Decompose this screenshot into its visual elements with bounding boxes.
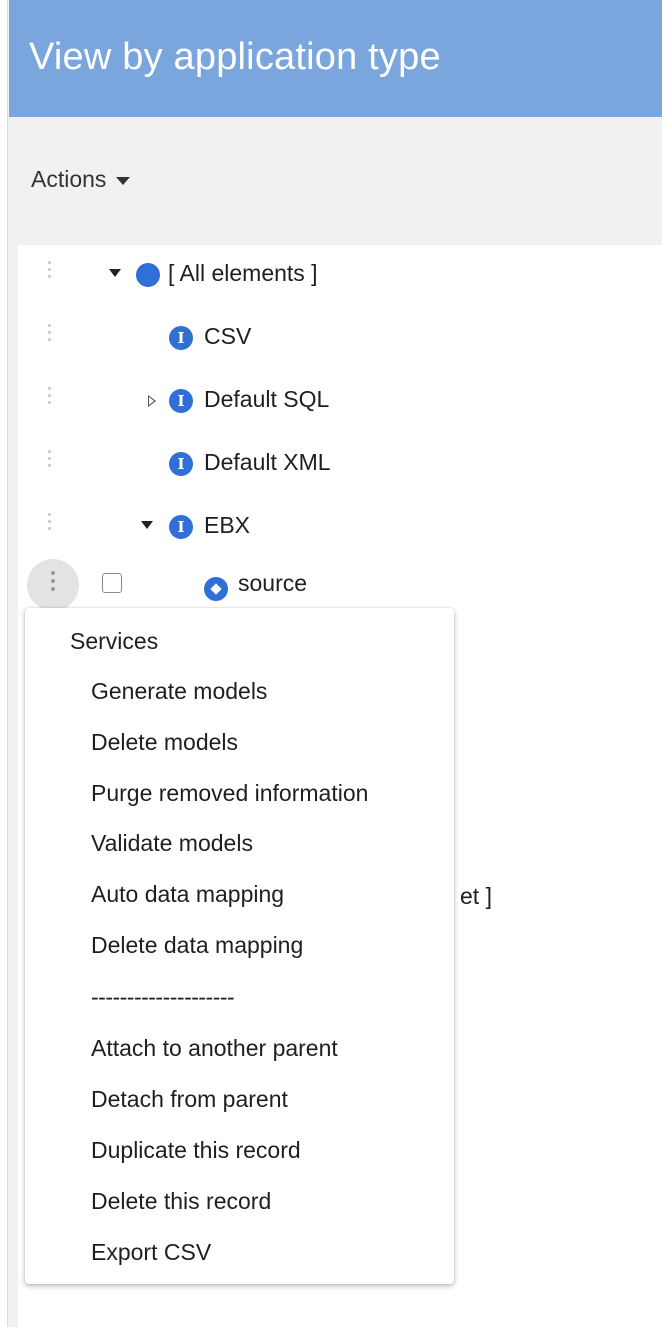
expand-toggle-icon[interactable]	[109, 269, 121, 277]
tree-node-label[interactable]: Default XML	[204, 449, 331, 476]
left-border	[0, 0, 8, 1327]
menu-item-duplicate-this-record[interactable]: Duplicate this record	[91, 1137, 301, 1164]
info-icon: I	[169, 452, 193, 476]
menu-item-validate-models[interactable]: Validate models	[91, 830, 253, 857]
menu-item-purge-removed-information[interactable]: Purge removed information	[91, 780, 368, 807]
tree-row-ebx[interactable]: I EBX	[18, 507, 662, 547]
row-checkbox[interactable]	[102, 573, 122, 593]
expand-toggle-icon[interactable]	[141, 521, 153, 529]
info-icon: I	[169, 326, 193, 350]
tree-node-label[interactable]: source	[238, 570, 307, 597]
more-vertical-icon	[51, 571, 55, 595]
page-header: View by application type	[9, 0, 662, 117]
tree-node-label[interactable]: [ All elements ]	[168, 260, 318, 287]
drag-handle-icon[interactable]	[44, 324, 54, 350]
menu-item-detach-from-parent[interactable]: Detach from parent	[91, 1086, 288, 1113]
drag-handle-icon[interactable]	[44, 450, 54, 476]
tree-row-all-elements[interactable]: [ All elements ]	[18, 255, 662, 295]
page-title: View by application type	[29, 36, 441, 78]
menu-item-attach-to-another-parent[interactable]: Attach to another parent	[91, 1035, 338, 1062]
caret-down-icon	[116, 176, 131, 185]
actions-label: Actions	[31, 166, 107, 192]
menu-item-delete-this-record[interactable]: Delete this record	[91, 1188, 271, 1215]
tree-row-default-xml[interactable]: I Default XML	[18, 444, 662, 484]
tree-row-csv[interactable]: I CSV	[18, 318, 662, 358]
actions-menu-button[interactable]: Actions	[31, 166, 131, 193]
menu-separator: --------------------	[91, 984, 235, 1010]
info-icon: I	[169, 515, 193, 539]
tree-row-source[interactable]: source	[18, 559, 662, 611]
drag-handle-icon[interactable]	[44, 261, 54, 287]
diamond-icon	[204, 577, 228, 601]
tree-row-default-sql[interactable]: I Default SQL	[18, 381, 662, 421]
menu-item-export-csv[interactable]: Export CSV	[91, 1239, 211, 1266]
menu-item-delete-models[interactable]: Delete models	[91, 729, 238, 756]
row-actions-button[interactable]	[27, 559, 79, 611]
tree-node-label[interactable]: EBX	[204, 512, 250, 539]
info-icon: I	[169, 389, 193, 413]
filled-circle-icon	[136, 263, 160, 287]
context-menu: Services Generate models Delete models P…	[25, 608, 454, 1284]
tree-node-label[interactable]: CSV	[204, 323, 251, 350]
drag-handle-icon[interactable]	[44, 513, 54, 539]
drag-handle-icon[interactable]	[44, 387, 54, 413]
tree-node-label[interactable]: Default SQL	[204, 386, 329, 413]
menu-item-generate-models[interactable]: Generate models	[91, 678, 267, 705]
menu-item-delete-data-mapping[interactable]: Delete data mapping	[91, 932, 303, 959]
menu-section-header: Services	[70, 628, 159, 654]
hidden-node-label-fragment: et ]	[460, 883, 492, 909]
menu-item-auto-data-mapping[interactable]: Auto data mapping	[91, 881, 284, 908]
collapsed-toggle-icon[interactable]	[148, 395, 156, 407]
